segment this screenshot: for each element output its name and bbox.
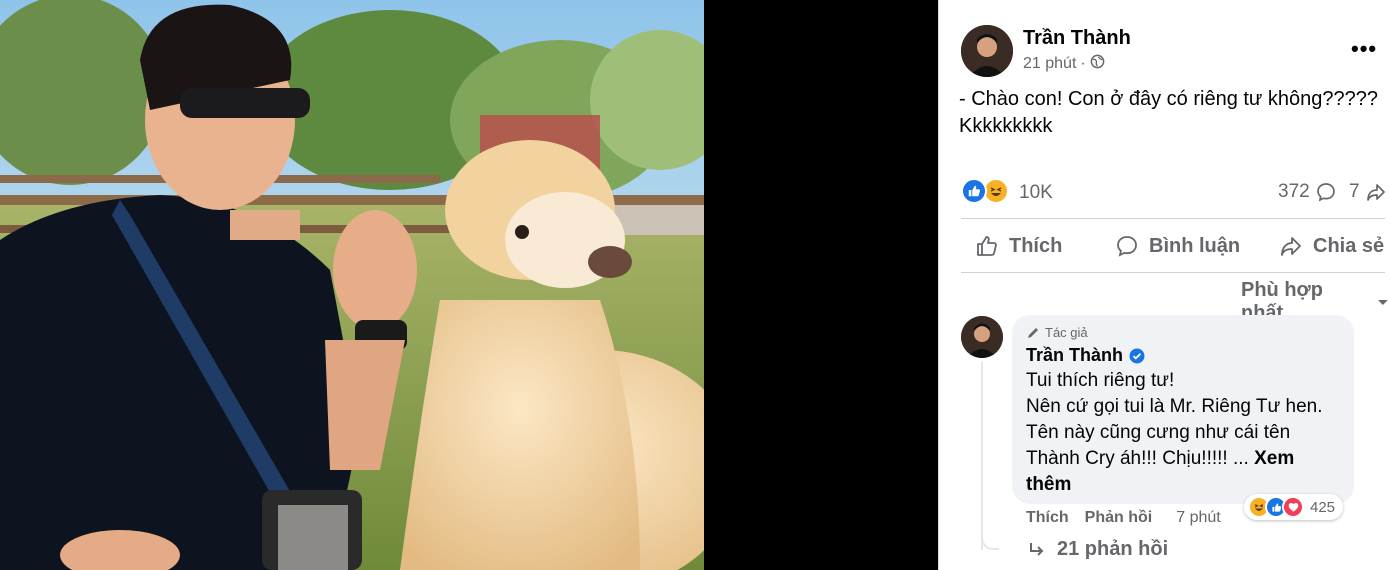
thumbs-up-icon <box>977 236 997 256</box>
comment-bubble: Tác giả Trần Thành Tui thích riêng tư! N… <box>1012 315 1354 504</box>
comment-label: Bình luận <box>1149 234 1241 257</box>
thread-connector <box>981 530 999 550</box>
comment-button[interactable]: Bình luận <box>1115 222 1240 270</box>
chevron-down-icon <box>1378 300 1389 305</box>
reactions-summary: 10K 372 7 <box>961 178 1385 206</box>
comment-reactions[interactable]: 425 <box>1244 494 1344 520</box>
comment-reaction-count: 425 <box>1310 498 1336 516</box>
photo-viewer <box>0 0 938 570</box>
more-options-icon[interactable]: ••• <box>1351 38 1377 60</box>
post-author-name[interactable]: Trần Thành <box>1023 27 1131 50</box>
post-panel: Trần Thành 21 phút · ••• - Chào con! Con… <box>938 0 1390 570</box>
comment-icon <box>1117 236 1137 257</box>
comment-text: Tui thích riêng tư! Nên cứ gọi tui là Mr… <box>1026 368 1344 498</box>
comment-like-button[interactable]: Thích <box>1026 509 1069 527</box>
comment-bubble-icon <box>1316 183 1335 202</box>
comment-author-label: Trần Thành <box>1026 345 1124 365</box>
reply-arrow-icon <box>1030 542 1044 556</box>
comment-count-value: 372 <box>1278 181 1310 202</box>
comment-count[interactable]: 372 <box>1278 181 1336 203</box>
comment-line: Nên cứ gọi tui là Mr. Riêng Tư hen. <box>1026 396 1323 417</box>
avatar-image <box>961 25 1013 77</box>
comment-reply-button[interactable]: Phản hồi <box>1085 509 1153 527</box>
globe-icon <box>1090 54 1105 74</box>
share-count[interactable]: 7 <box>1349 181 1386 203</box>
post-time[interactable]: 21 phút <box>1023 55 1076 73</box>
author-badge: Tác giả <box>1026 325 1088 340</box>
post-photo[interactable] <box>0 0 704 570</box>
comment-author-avatar[interactable] <box>961 316 1003 358</box>
avatar-image <box>961 316 1003 358</box>
replies-label: 21 phản hồi <box>1057 538 1169 560</box>
verified-badge-icon <box>1129 348 1145 363</box>
post-meta: 21 phút · <box>1023 54 1105 74</box>
like-button[interactable]: Thích <box>975 222 1062 270</box>
reaction-icons[interactable] <box>961 178 1009 204</box>
share-button[interactable]: Chia sẻ <box>1279 222 1384 270</box>
comment-time[interactable]: 7 phút <box>1176 509 1220 527</box>
photo-man-with-alpaca <box>0 0 704 570</box>
divider <box>961 218 1385 219</box>
comment-actions: Thích Phản hồi 7 phút <box>1026 509 1221 527</box>
post-actions: Thích Bình luận Chia sẻ <box>961 222 1385 270</box>
comment-author-name[interactable]: Trần Thành <box>1026 345 1145 366</box>
like-label: Thích <box>1009 234 1063 257</box>
comment-line: Thành Cry áh!!! Chịu!!!!! ... Xem <box>1026 446 1344 472</box>
like-reaction-icon <box>961 178 987 204</box>
author-badge-label: Tác giả <box>1045 325 1088 340</box>
love-reaction-icon <box>1282 496 1304 518</box>
see-more-link[interactable]: Xem <box>1254 448 1294 469</box>
post-text-line: Kkkkkkkkk <box>959 115 1053 137</box>
comment-line-text: Thành Cry áh!!! Chịu!!!!! ... <box>1026 448 1249 469</box>
share-count-value: 7 <box>1349 181 1360 202</box>
post-text-line: - Chào con! Con ở đây có riêng tư không?… <box>959 88 1378 110</box>
share-label: Chia sẻ <box>1313 234 1385 257</box>
reaction-count[interactable]: 10K <box>1019 182 1053 204</box>
thread-line <box>981 362 983 550</box>
share-icon <box>1281 237 1301 256</box>
meta-separator: · <box>1080 55 1086 72</box>
comment-line: Tên này cũng cưng như cái tên <box>1026 422 1291 443</box>
see-more-link-cont[interactable]: thêm <box>1026 474 1071 495</box>
comment-line: Tui thích riêng tư! <box>1026 370 1175 391</box>
pencil-icon <box>1028 327 1038 338</box>
divider <box>961 272 1385 273</box>
post-text: - Chào con! Con ở đây có riêng tư không?… <box>959 86 1379 140</box>
view-replies-button[interactable]: 21 phản hồi <box>1027 538 1168 561</box>
author-avatar[interactable] <box>961 25 1013 77</box>
share-arrow-icon <box>1366 184 1385 201</box>
